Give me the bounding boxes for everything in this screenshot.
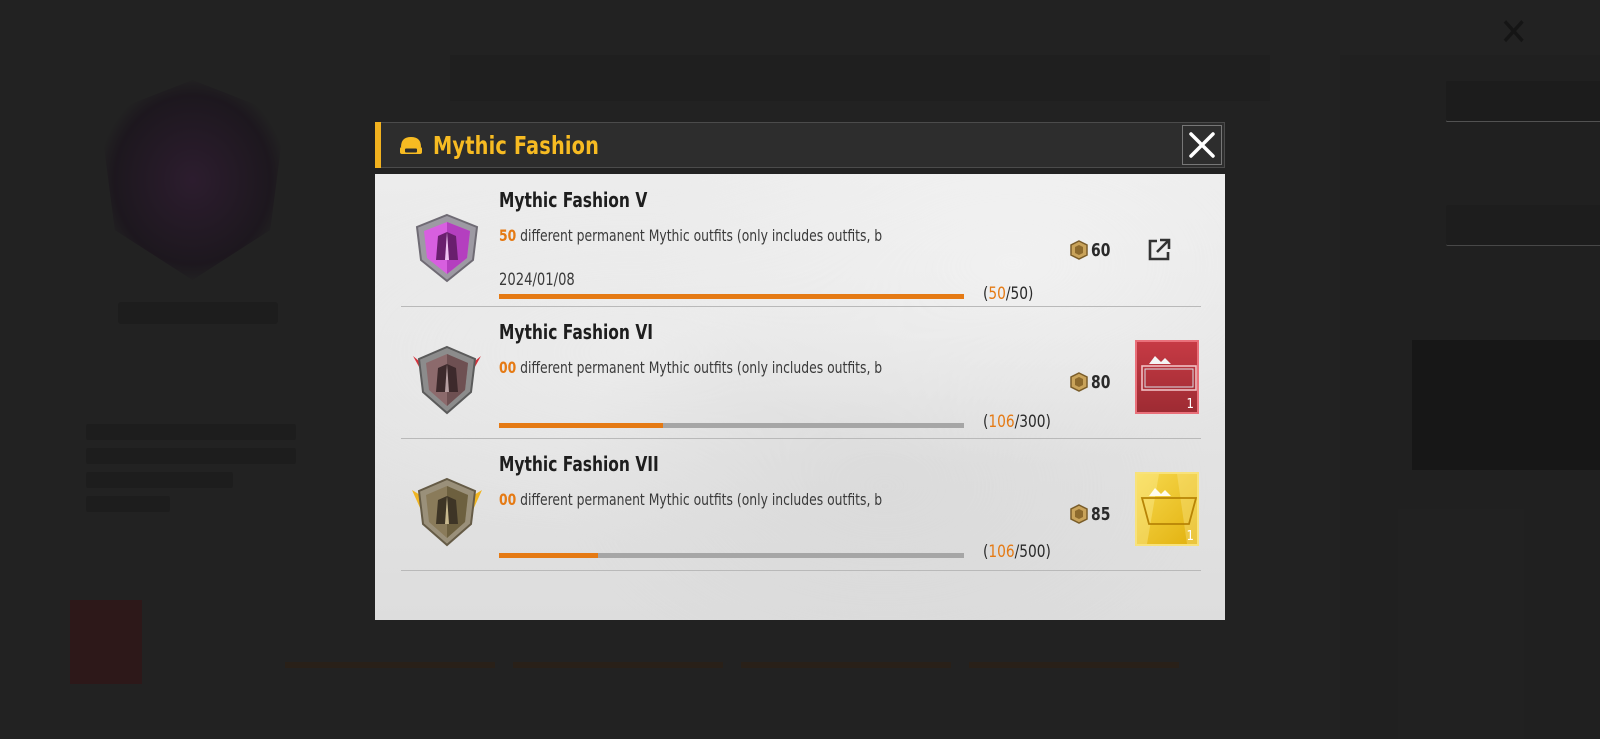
requirement-count: 00 xyxy=(499,490,517,509)
requirement-text: different permanent Mythic outfits (only… xyxy=(516,490,883,509)
achievement-description: 00 different permanent Mythic outfits (o… xyxy=(499,490,903,509)
purple-shield-badge-icon xyxy=(415,213,479,283)
close-icon xyxy=(1189,132,1215,158)
helmet-icon xyxy=(400,137,422,154)
progress-current: 50 xyxy=(988,284,1006,304)
reward-quantity: 1 xyxy=(1186,397,1194,412)
points-medal-icon xyxy=(1070,372,1088,392)
achievement-name: Mythic Fashion VI xyxy=(499,320,654,344)
progress-bar xyxy=(499,423,964,428)
progress-count: (50/50) xyxy=(983,284,1034,304)
reward-quantity: 1 xyxy=(1186,529,1194,544)
external-link-icon xyxy=(1148,238,1171,261)
reward-item[interactable]: 1 xyxy=(1135,472,1199,546)
gold-winged-shield-badge-icon xyxy=(412,477,482,547)
points-value: 85 xyxy=(1091,503,1111,525)
progress-bar xyxy=(499,553,964,558)
dialog-title: Mythic Fashion xyxy=(433,131,600,160)
achievement-name: Mythic Fashion VII xyxy=(499,452,659,476)
achievement-name: Mythic Fashion V xyxy=(499,188,648,212)
achievement-row: Mythic Fashion V 50 different permanent … xyxy=(401,174,1201,307)
achievement-points: 85 xyxy=(1069,502,1114,526)
achievement-points: 60 xyxy=(1069,238,1114,262)
achievement-row: Mythic Fashion VI 00 different permanent… xyxy=(401,306,1201,439)
requirement-text: different permanent Mythic outfits (only… xyxy=(516,226,883,245)
achievement-description: 50 different permanent Mythic outfits (o… xyxy=(499,226,903,245)
dialog-header: Mythic Fashion xyxy=(375,122,1225,168)
progress-total: 50 xyxy=(1010,284,1029,304)
progress-current: 106 xyxy=(988,412,1015,432)
points-medal-icon xyxy=(1070,240,1088,260)
achievement-row: Mythic Fashion VII 00 different permanen… xyxy=(401,438,1201,571)
external-link-button[interactable] xyxy=(1145,236,1173,264)
mythic-fashion-dialog: Mythic Fashion Mythic Fashion V 50 diffe… xyxy=(375,122,1225,620)
requirement-count: 00 xyxy=(499,358,517,377)
requirement-text: different permanent Mythic outfits (only… xyxy=(516,358,883,377)
progress-fill xyxy=(499,553,598,558)
progress-count: (106/500) xyxy=(983,542,1051,562)
completion-date: 2024/01/08 xyxy=(499,270,575,290)
reward-item[interactable]: 1 xyxy=(1135,340,1199,414)
progress-fill xyxy=(499,294,964,299)
progress-current: 106 xyxy=(988,542,1015,562)
close-button[interactable] xyxy=(1182,125,1222,165)
progress-fill xyxy=(499,423,664,428)
progress-bar xyxy=(499,294,964,299)
achievement-points: 80 xyxy=(1069,370,1114,394)
requirement-count: 50 xyxy=(499,226,517,245)
achievement-list: Mythic Fashion V 50 different permanent … xyxy=(375,174,1225,620)
points-value: 60 xyxy=(1091,239,1111,261)
points-value: 80 xyxy=(1091,371,1111,393)
achievement-description: 00 different permanent Mythic outfits (o… xyxy=(499,358,903,377)
points-medal-icon xyxy=(1070,504,1088,524)
progress-count: (106/300) xyxy=(983,412,1051,432)
progress-total: 300 xyxy=(1019,412,1046,432)
progress-total: 500 xyxy=(1019,542,1046,562)
red-winged-shield-badge-icon xyxy=(413,345,481,415)
